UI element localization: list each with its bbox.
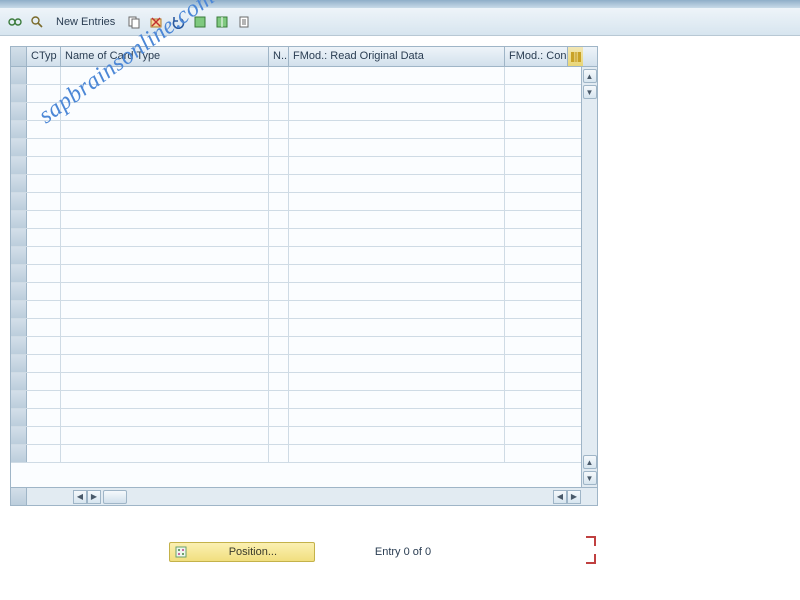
footer-bar: Position... Entry 0 of 0 [0, 540, 600, 564]
table-row[interactable] [11, 373, 581, 391]
table-row[interactable] [11, 409, 581, 427]
table-row[interactable] [11, 67, 581, 85]
table-grid: CTyp Name of Card Type N.. FMod.: Read O… [10, 46, 598, 506]
table-row[interactable] [11, 175, 581, 193]
table-row[interactable] [11, 193, 581, 211]
resize-corner-marks [586, 536, 596, 564]
title-bar-gradient [0, 0, 800, 8]
scroll-right-end-icon[interactable]: ▶ [567, 490, 581, 504]
table-row[interactable] [11, 229, 581, 247]
vertical-scrollbar[interactable]: ▲ ▼ ▲ ▼ [581, 67, 597, 487]
table-row[interactable] [11, 85, 581, 103]
table-row[interactable] [11, 337, 581, 355]
scroll-up-icon[interactable]: ▲ [583, 69, 597, 83]
table-row[interactable] [11, 391, 581, 409]
config-columns-icon[interactable] [567, 47, 583, 66]
table-row[interactable] [11, 319, 581, 337]
scroll-right-icon[interactable]: ▶ [87, 490, 101, 504]
scroll-left-icon[interactable]: ◀ [73, 490, 87, 504]
table-row[interactable] [11, 283, 581, 301]
position-icon [174, 545, 188, 559]
table-row[interactable] [11, 157, 581, 175]
entry-count-text: Entry 0 of 0 [375, 546, 431, 558]
table-row[interactable] [11, 427, 581, 445]
col-header-n[interactable]: N.. [269, 47, 289, 66]
position-label: Position... [196, 546, 310, 558]
scroll-down-icon[interactable]: ▼ [583, 471, 597, 485]
new-entries-button[interactable]: New Entries [50, 16, 121, 28]
position-button[interactable]: Position... [169, 542, 315, 562]
hscroll-thumb[interactable] [103, 490, 127, 504]
undo-icon[interactable] [169, 13, 187, 31]
col-header-fmod-con[interactable]: FMod.: Con [505, 47, 567, 66]
col-header-ctyp[interactable]: CTyp [27, 47, 61, 66]
copy-icon[interactable] [125, 13, 143, 31]
print-icon[interactable] [235, 13, 253, 31]
exec-icon[interactable] [6, 13, 24, 31]
table-body: ▲ ▼ ▲ ▼ [11, 67, 597, 487]
scroll-up-step-icon[interactable]: ▼ [583, 85, 597, 99]
table-row[interactable] [11, 301, 581, 319]
find-icon[interactable] [28, 13, 46, 31]
scroll-down-step-icon[interactable]: ▲ [583, 455, 597, 469]
table-row[interactable] [11, 139, 581, 157]
table-row[interactable] [11, 355, 581, 373]
table-row[interactable] [11, 103, 581, 121]
scroll-left-end-icon[interactable]: ◀ [553, 490, 567, 504]
table-header-row: CTyp Name of Card Type N.. FMod.: Read O… [11, 47, 597, 67]
table-row[interactable] [11, 121, 581, 139]
table-rows[interactable] [11, 67, 581, 487]
select-all-column-header[interactable] [11, 47, 27, 66]
select-all-icon[interactable] [191, 13, 209, 31]
table-row[interactable] [11, 445, 581, 463]
delete-icon[interactable] [147, 13, 165, 31]
table-row[interactable] [11, 211, 581, 229]
col-header-name[interactable]: Name of Card Type [61, 47, 269, 66]
horizontal-scrollbar[interactable]: ◀ ▶ ◀ ▶ [11, 487, 597, 505]
deselect-all-icon[interactable] [213, 13, 231, 31]
table-row[interactable] [11, 247, 581, 265]
toolbar: New Entries [0, 8, 800, 36]
table-row[interactable] [11, 265, 581, 283]
hscroll-left-cap [11, 488, 27, 505]
col-header-fmod-read[interactable]: FMod.: Read Original Data [289, 47, 505, 66]
